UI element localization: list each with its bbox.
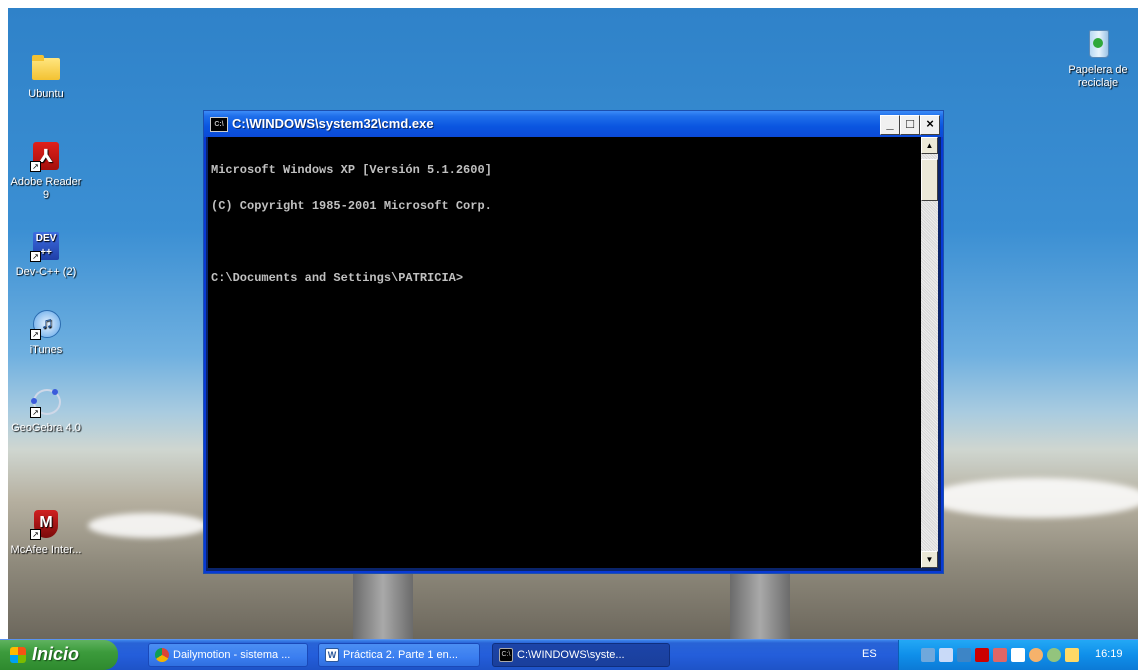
dev-cpp-icon: DEV ++ ↗: [30, 230, 62, 262]
vertical-scrollbar[interactable]: ▲ ▼: [921, 137, 938, 568]
taskbar-item-label: C:\WINDOWS\syste...: [517, 649, 625, 661]
language-indicator[interactable]: ES: [862, 648, 877, 660]
remove-hardware-icon[interactable]: [993, 648, 1007, 662]
cmd-titlebar[interactable]: C:\ C:\WINDOWS\system32\cmd.exe _ □ ×: [204, 111, 943, 137]
scrollbar-thumb[interactable]: [921, 159, 938, 201]
usb-icon[interactable]: [1065, 648, 1079, 662]
console-app-icon: C:\: [210, 117, 228, 132]
recycle-bin-icon: [1082, 28, 1114, 60]
shortcut-arrow-icon: ↗: [30, 529, 41, 540]
cloud-decoration: [88, 513, 208, 538]
shortcut-arrow-icon: ↗: [30, 251, 41, 262]
update-icon[interactable]: [1029, 648, 1043, 662]
word-document-icon: W: [325, 648, 339, 662]
cmd-window[interactable]: C:\ C:\WINDOWS\system32\cmd.exe _ □ × Mi…: [203, 110, 944, 574]
desktop-icon-itunes[interactable]: ♫ ↗ iTunes: [8, 308, 86, 357]
volume-icon[interactable]: [1011, 648, 1025, 662]
taskbar-item-cmd[interactable]: C:\ C:\WINDOWS\syste...: [492, 643, 670, 667]
console-prompt-line: C:\Documents and Settings\PATRICIA>: [211, 271, 464, 285]
console-output-area[interactable]: Microsoft Windows XP [Versión 5.1.2600] …: [208, 137, 921, 568]
desktop-icon-label: Dev-C++ (2): [15, 266, 77, 278]
geogebra-icon: ↗: [30, 386, 62, 418]
windows-flag-icon: [10, 647, 26, 663]
taskbar-item-label: Práctica 2. Parte 1 en...: [343, 649, 458, 661]
itunes-icon: ♫ ↗: [30, 308, 62, 340]
console-line: Microsoft Windows XP [Versión 5.1.2600]: [211, 163, 492, 177]
taskbar: Inicio Dailymotion - sistema ... W Práct…: [0, 639, 1138, 670]
taskbar-item-word-document[interactable]: W Práctica 2. Parte 1 en...: [318, 643, 480, 667]
billboard-post: [353, 573, 413, 639]
scroll-down-button[interactable]: ▼: [921, 551, 938, 568]
display-icon[interactable]: [939, 648, 953, 662]
taskbar-item-label: Dailymotion - sistema ...: [173, 649, 291, 661]
chrome-icon: [155, 648, 169, 662]
taskbar-item-dailymotion[interactable]: Dailymotion - sistema ...: [148, 643, 308, 667]
shortcut-arrow-icon: ↗: [30, 329, 41, 340]
mcafee-icon: M ↗: [30, 508, 62, 540]
maximize-button[interactable]: □: [900, 115, 920, 135]
folder-icon: [30, 52, 62, 84]
mcafee-tray-icon[interactable]: [975, 648, 989, 662]
desktop-icon-label: McAfee Inter...: [10, 544, 82, 556]
minimize-button[interactable]: _: [880, 115, 900, 135]
desktop-icon-dev-cpp[interactable]: DEV ++ ↗ Dev-C++ (2): [8, 230, 86, 279]
desktop-icon-recycle-bin[interactable]: Papelera de reciclaje: [1058, 28, 1138, 90]
start-label: Inicio: [32, 644, 80, 664]
security-icon[interactable]: [1047, 648, 1061, 662]
clock[interactable]: 16:19: [1095, 648, 1123, 660]
desktop-icon-geogebra[interactable]: ↗ GeoGebra 4.0: [8, 386, 86, 435]
billboard-post: [730, 573, 790, 639]
shortcut-arrow-icon: ↗: [30, 161, 41, 172]
desktop-icon-label: iTunes: [29, 344, 63, 356]
cloud-decoration: [928, 478, 1138, 518]
adobe-reader-icon: ⅄ ↗: [30, 140, 62, 172]
desktop-icon-label: Papelera de reciclaje: [1068, 64, 1128, 89]
close-button[interactable]: ×: [920, 115, 940, 135]
shortcut-arrow-icon: ↗: [30, 407, 41, 418]
desktop-icon-mcafee[interactable]: M ↗ McAfee Inter...: [8, 508, 86, 557]
start-button[interactable]: Inicio: [0, 640, 118, 670]
desktop-icon-adobe-reader[interactable]: ⅄ ↗ Adobe Reader 9: [8, 140, 86, 202]
desktop-icon-label: Ubuntu: [28, 88, 64, 100]
console-text: Microsoft Windows XP [Versión 5.1.2600] …: [211, 140, 492, 308]
desktop-icon-label: GeoGebra 4.0: [11, 422, 81, 434]
desktop-icon-label: Adobe Reader 9: [10, 176, 82, 201]
scroll-up-button[interactable]: ▲: [921, 137, 938, 154]
monitor-icon[interactable]: [957, 648, 971, 662]
console-line: (C) Copyright 1985-2001 Microsoft Corp.: [211, 199, 492, 213]
network-icon[interactable]: [921, 648, 935, 662]
console-icon: C:\: [499, 648, 513, 662]
window-title: C:\WINDOWS\system32\cmd.exe: [232, 116, 434, 131]
desktop-icon-ubuntu[interactable]: Ubuntu: [8, 52, 86, 101]
